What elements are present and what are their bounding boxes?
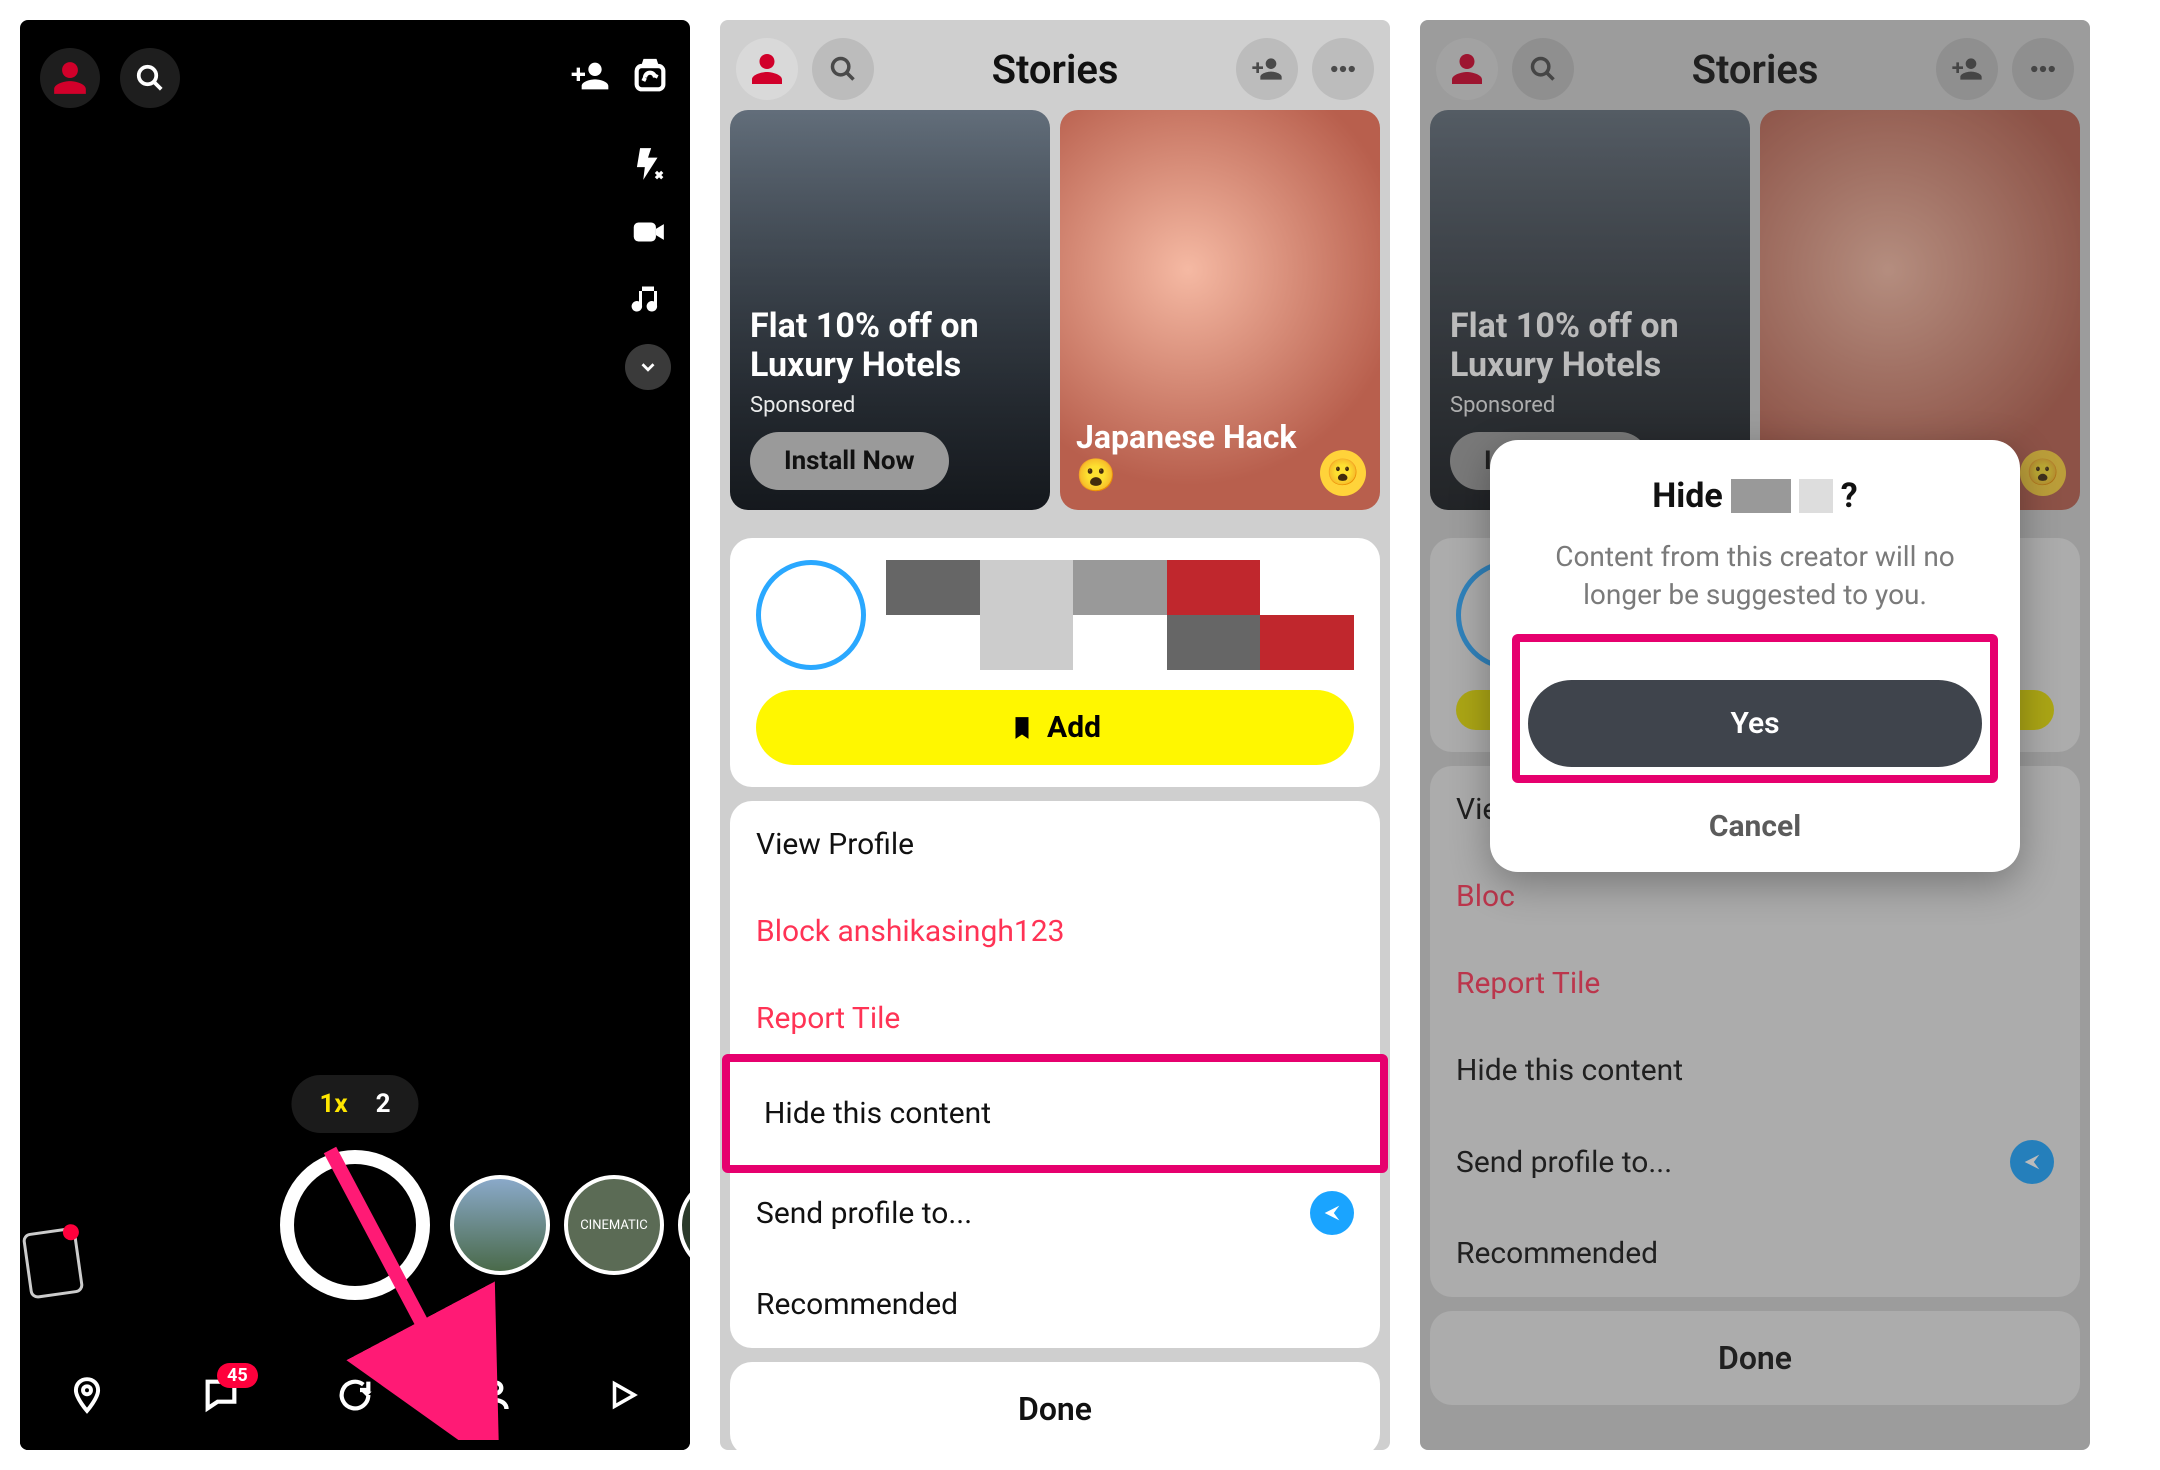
block-user-item[interactable]: Block anshikasingh123: [730, 888, 1380, 975]
friends-icon[interactable]: [463, 1369, 515, 1421]
annotation-highlight: Hide this content: [722, 1054, 1388, 1173]
action-sheet: Add View Profile Block anshikasingh123 R…: [730, 538, 1380, 1450]
map-icon[interactable]: [61, 1369, 113, 1421]
add-friend-button[interactable]: [1236, 38, 1298, 100]
profile-button[interactable]: [40, 48, 100, 108]
lens-carousel[interactable]: CINEMATIC: [450, 1175, 690, 1275]
view-profile-item[interactable]: View Profile: [730, 801, 1380, 888]
send-profile-item[interactable]: Send profile to...: [730, 1165, 1380, 1261]
add-friend-icon[interactable]: [570, 56, 610, 100]
stories-screen-confirm: Stories Flat 10% off on Luxury Hotels Sp…: [1420, 20, 2090, 1450]
annotation-highlight: Yes: [1512, 634, 1998, 783]
dialog-title: Hide ?: [1520, 476, 1990, 516]
expand-tools-icon[interactable]: [625, 344, 671, 390]
hide-content-item[interactable]: Hide this content: [738, 1070, 1372, 1157]
chat-badge: 45: [217, 1363, 258, 1388]
story-tile-hack[interactable]: Japanese Hack 😮 😮: [1060, 110, 1380, 510]
done-button[interactable]: Done: [730, 1362, 1380, 1450]
send-icon: [1310, 1191, 1354, 1235]
add-clip-icon[interactable]: [624, 208, 672, 256]
shutter-button[interactable]: [280, 1150, 430, 1300]
install-now-button[interactable]: Install Now: [750, 432, 949, 490]
stories-header: Stories: [720, 20, 1390, 110]
flip-camera-icon[interactable]: [630, 56, 670, 100]
profile-button[interactable]: [736, 38, 798, 100]
retake-icon[interactable]: [329, 1369, 381, 1421]
avatar-ring[interactable]: [756, 560, 866, 670]
emoji-badge: 😮: [1320, 450, 1366, 496]
profile-card: Add: [730, 538, 1380, 787]
cancel-button[interactable]: Cancel: [1520, 809, 1990, 844]
lens-thumb-3[interactable]: [678, 1175, 690, 1275]
bottom-nav: 45: [20, 1340, 690, 1450]
confirm-hide-dialog: Hide ? Content from this creator will no…: [1490, 440, 2020, 872]
music-icon[interactable]: [624, 276, 672, 324]
yes-button[interactable]: Yes: [1528, 680, 1982, 767]
add-button[interactable]: Add: [756, 690, 1354, 765]
dialog-body: Content from this creator will no longer…: [1520, 538, 1990, 614]
report-tile-item[interactable]: Report Tile: [730, 975, 1380, 1062]
stories-screen-sheet: Stories Flat 10% off on Luxury Hotels Sp…: [720, 20, 1390, 1450]
recommended-item[interactable]: Recommended: [730, 1261, 1380, 1348]
play-icon[interactable]: [597, 1369, 649, 1421]
flash-icon[interactable]: [624, 140, 672, 188]
more-button[interactable]: [1312, 38, 1374, 100]
lens-thumb-2[interactable]: CINEMATIC: [564, 1175, 664, 1275]
camera-top-bar: [20, 20, 690, 118]
memories-button[interactable]: [22, 1227, 85, 1300]
zoom-1x[interactable]: 1x: [319, 1089, 347, 1119]
story-tiles-row: Flat 10% off on Luxury Hotels Sponsored …: [720, 110, 1390, 510]
zoom-2x[interactable]: 2: [376, 1089, 391, 1119]
bookmark-icon: [1009, 715, 1035, 741]
camera-screen: 1x 2 CINEMATIC 45: [20, 20, 690, 1450]
context-menu: View Profile Block anshikasingh123 Repor…: [730, 801, 1380, 1348]
zoom-selector[interactable]: 1x 2: [291, 1075, 418, 1133]
page-title: Stories: [992, 46, 1119, 93]
chat-icon[interactable]: 45: [195, 1369, 247, 1421]
search-button[interactable]: [812, 38, 874, 100]
story-tile-hotel[interactable]: Flat 10% off on Luxury Hotels Sponsored …: [730, 110, 1050, 510]
redacted-name: [886, 560, 1354, 670]
lens-thumb-1[interactable]: [450, 1175, 550, 1275]
camera-side-tools: [624, 140, 672, 390]
search-button[interactable]: [120, 48, 180, 108]
